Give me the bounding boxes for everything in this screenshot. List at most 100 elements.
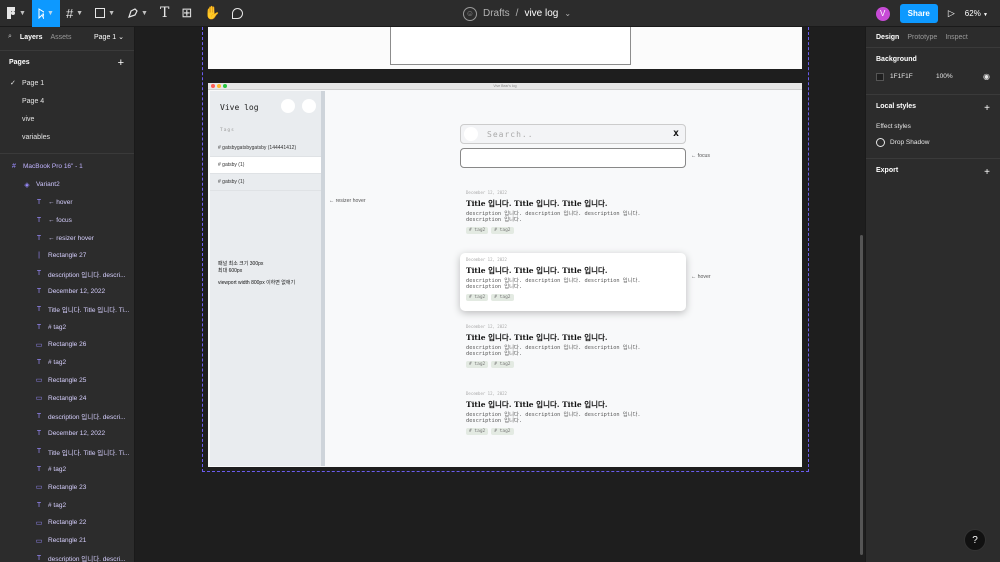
post-tag[interactable]: # tag2: [491, 361, 514, 368]
layer-row[interactable]: ▭ Rectangle 24: [0, 389, 134, 407]
tab-inspect[interactable]: Inspect: [945, 34, 968, 41]
text-layer-icon: T: [36, 323, 42, 331]
layer-row[interactable]: T December 12, 2022: [0, 425, 134, 443]
post-description: description 입니다. description 입니다. descri…: [466, 278, 680, 290]
layer-row[interactable]: T ← resizer hover: [0, 229, 134, 247]
layer-row[interactable]: T December 12, 2022: [0, 283, 134, 301]
add-page-icon[interactable]: +: [118, 57, 124, 69]
post-description: description 입니다. description 입니다. descri…: [466, 345, 680, 357]
post-tag[interactable]: # tag2: [466, 227, 489, 234]
page-label: Page 4: [22, 97, 45, 105]
eye-icon[interactable]: ◉: [983, 72, 990, 81]
layer-row[interactable]: ▭ Rectangle 21: [0, 532, 134, 550]
comment-tool-button[interactable]: [226, 0, 249, 27]
page-item[interactable]: vive: [0, 110, 134, 128]
sidebar-circle-button[interactable]: [302, 99, 316, 113]
toolbar-right: V Share ▷ 62% ▼: [875, 0, 1000, 27]
effect-style-item[interactable]: Drop Shadow: [876, 138, 990, 147]
page-item[interactable]: ✓ Page 1: [0, 74, 134, 92]
canvas[interactable]: Vive Bear's log Vive log Tags # gatsbyga…: [135, 27, 865, 562]
page-item[interactable]: Page 4: [0, 92, 134, 110]
canvas-vertical-scrollbar[interactable]: [860, 235, 863, 555]
breadcrumb-drafts[interactable]: Drafts: [483, 8, 510, 19]
file-name[interactable]: vive log: [524, 8, 558, 19]
layer-row[interactable]: Tdescription 입니다. descri...: [0, 265, 134, 283]
add-style-icon[interactable]: +: [984, 103, 990, 114]
add-export-icon[interactable]: +: [984, 167, 990, 178]
layer-label: ← hover: [48, 198, 73, 206]
layer-row[interactable]: ▭ Rectangle 22: [0, 514, 134, 532]
layer-row[interactable]: ▭ Rectangle 25: [0, 372, 134, 390]
panel-resizer[interactable]: [321, 91, 325, 466]
tab-layers[interactable]: Layers: [20, 34, 43, 41]
user-avatar[interactable]: V: [875, 6, 890, 21]
layer-row[interactable]: Tdescription 입니다. descri...: [0, 407, 134, 425]
page-label: vive: [22, 115, 35, 123]
page-label: variables: [22, 133, 51, 141]
frame-icon: #: [12, 163, 16, 171]
layer-row[interactable]: T Title 입니다. Title 입니다. Ti...: [0, 300, 134, 318]
tab-design[interactable]: Design: [876, 34, 899, 41]
tab-assets[interactable]: Assets: [51, 34, 72, 41]
layer-label: Rectangle 24: [48, 394, 87, 402]
layer-row[interactable]: T # tag2: [0, 461, 134, 479]
present-play-icon[interactable]: ▷: [948, 8, 955, 19]
move-tool-button[interactable]: ▼: [31, 0, 60, 27]
help-button[interactable]: ?: [964, 529, 986, 551]
layer-row[interactable]: T # tag2: [0, 354, 134, 372]
local-styles-heading: Local styles: [876, 103, 917, 110]
background-opacity-input[interactable]: 100%: [936, 73, 953, 80]
layer-row[interactable]: # MacBook Pro 16" - 1: [0, 158, 134, 176]
main-menu-button[interactable]: ▼: [0, 0, 32, 27]
resources-tool-button[interactable]: ⊞: [175, 0, 198, 27]
pen-tool-button[interactable]: ▼: [121, 0, 154, 27]
layer-row[interactable]: ▭ Rectangle 23: [0, 478, 134, 496]
background-hex-input[interactable]: 1F1F1F: [890, 73, 930, 80]
tab-prototype[interactable]: Prototype: [907, 34, 937, 41]
file-menu-chevron-icon[interactable]: ⌄: [564, 9, 571, 18]
layer-row[interactable]: T Title 입니다. Title 입니다. Ti...: [0, 443, 134, 461]
clear-search-icon[interactable]: x: [673, 128, 679, 139]
post-card[interactable]: December 12, 2022 Title 입니다. Title 입니다. …: [460, 186, 686, 244]
search-input[interactable]: Search.. x: [460, 124, 686, 144]
layer-row[interactable]: ▭ Rectangle 26: [0, 336, 134, 354]
layer-row[interactable]: | Rectangle 27: [0, 247, 134, 265]
zoom-dropdown[interactable]: 62% ▼: [965, 9, 988, 18]
layer-row[interactable]: T # tag2: [0, 318, 134, 336]
post-tag[interactable]: # tag2: [466, 361, 489, 368]
layer-row[interactable]: T ← focus: [0, 211, 134, 229]
layer-row[interactable]: Tdescription 입니다. descri...: [0, 550, 134, 562]
hand-tool-button[interactable]: ✋: [198, 0, 226, 27]
post-tag[interactable]: # tag2: [466, 428, 489, 435]
tag-item[interactable]: # gatsby (1): [210, 174, 321, 191]
text-tool-button[interactable]: T: [154, 0, 175, 27]
post-card[interactable]: December 12, 2022 Title 입니다. Title 입니다. …: [460, 320, 686, 378]
background-color-swatch[interactable]: [876, 72, 884, 81]
share-button[interactable]: Share: [899, 4, 938, 23]
pages-heading: Pages: [9, 59, 30, 66]
post-card[interactable]: December 12, 2022 Title 입니다. Title 입니다. …: [460, 387, 686, 445]
layer-label: description 입니다. descri...: [48, 414, 126, 422]
post-card-hover[interactable]: December 12, 2022 Title 입니다. Title 입니다. …: [460, 253, 686, 311]
tag-item[interactable]: # gatsbygatsbygatsby (144441412): [210, 140, 321, 157]
shape-tool-button[interactable]: ▼: [89, 0, 121, 27]
layer-row[interactable]: ◈ Variant2: [0, 176, 134, 194]
rectangle-layer-icon: ▭: [35, 341, 43, 349]
chevron-down-icon: ▼: [19, 9, 26, 17]
layer-row[interactable]: T # tag2: [0, 496, 134, 514]
sidebar-circle-button[interactable]: [281, 99, 295, 113]
page-picker[interactable]: Page 1 ⌄: [94, 33, 124, 41]
search-input-focus-state[interactable]: [460, 148, 686, 168]
post-tag[interactable]: # tag2: [491, 227, 514, 234]
macbook-frame[interactable]: Vive Bear's log Vive log Tags # gatsbyga…: [208, 83, 802, 467]
layer-row[interactable]: T ← hover: [0, 194, 134, 212]
post-tag[interactable]: # tag2: [466, 294, 489, 301]
frame-tool-button[interactable]: # ▼: [60, 0, 89, 27]
search-icon[interactable]: ⌕: [8, 33, 12, 41]
tag-item[interactable]: # gatsby (1): [210, 157, 321, 174]
post-description-line: description 입니다.: [466, 284, 523, 290]
post-tag[interactable]: # tag2: [491, 428, 514, 435]
layer-label: ← resizer hover: [48, 234, 94, 242]
post-tag[interactable]: # tag2: [491, 294, 514, 301]
page-item[interactable]: variables: [0, 128, 134, 146]
